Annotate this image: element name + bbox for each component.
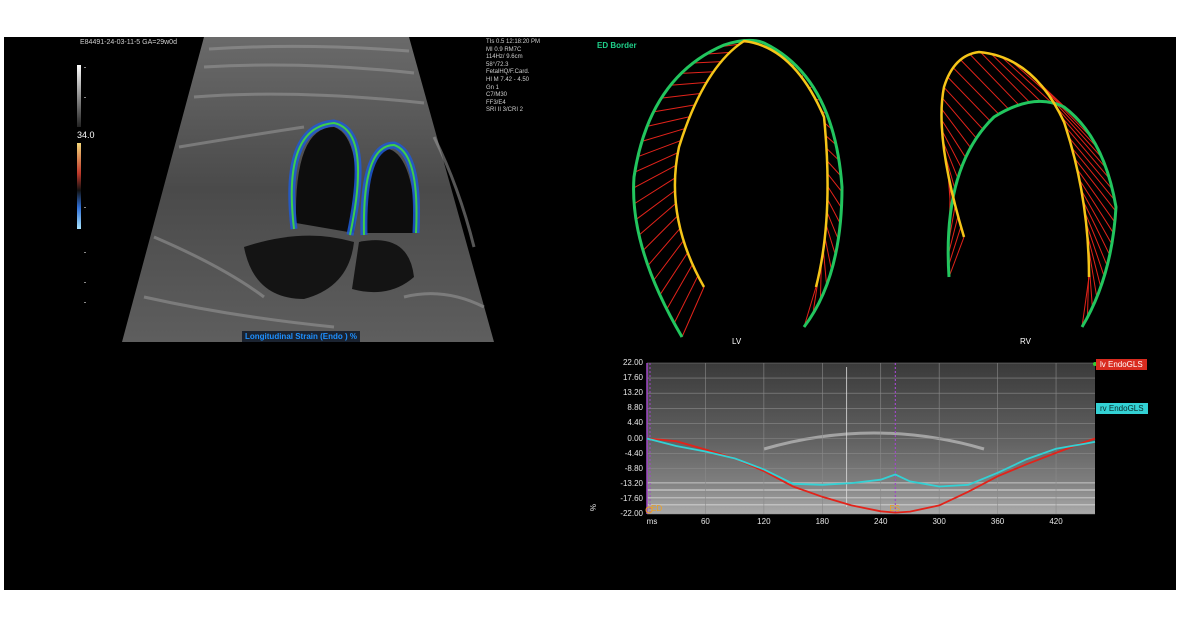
strain-mode-label: Longitudinal Strain (Endo ) % (242, 331, 360, 342)
param-line: Gn 1 (486, 84, 500, 91)
x-tick-label: 60 (700, 517, 710, 526)
param-line: FF3/E4 (486, 99, 506, 106)
param-line: 114Hz/ 9.6cm (486, 54, 523, 61)
displacement-line (661, 92, 701, 99)
displacement-line (827, 185, 842, 209)
x-tick-label: 180 (815, 517, 829, 526)
param-line: TIs 0.5 12:18:20 PM (486, 39, 541, 45)
y-tick-label: 22.00 (622, 358, 643, 367)
displacement-line (960, 59, 1009, 110)
scale-max-value: 34.0 (77, 130, 95, 140)
displacement-line (673, 275, 699, 324)
displacement-line (641, 127, 686, 142)
x-tick-label: 120 (757, 517, 771, 526)
param-line: SRI II 3/CRI 2 (486, 107, 524, 114)
y-axis-unit: % (589, 503, 599, 512)
lv-es-border (673, 39, 829, 288)
displacement-line (638, 202, 677, 236)
displacement-line (666, 264, 693, 310)
y-tick-label: 8.80 (627, 403, 643, 413)
lv-ed-border (632, 38, 844, 338)
displacement-line (1001, 56, 1052, 103)
rv-label: RV (1020, 337, 1031, 346)
displacement-line (822, 249, 828, 286)
param-line: 58°/72.3 (486, 61, 509, 68)
displacement-line (635, 190, 676, 220)
displacement-line (681, 71, 714, 74)
displacement-line (633, 164, 677, 189)
x-axis-unit: ms (646, 517, 658, 526)
y-tick-label: -8.80 (624, 463, 643, 473)
x-tick-label: 420 (1049, 517, 1063, 526)
displacement-line (642, 215, 678, 251)
displacement-line (693, 61, 722, 64)
displacement-line (681, 286, 705, 338)
legend-rv-endogls[interactable]: rv EndoGLS (1096, 403, 1148, 414)
strain-color-bar (77, 143, 81, 229)
gray-scale-bar (77, 65, 81, 127)
acquisition-params: TIs 0.5 12:18:20 PM MI 0.9 RM7C 114Hz/ 9… (486, 39, 540, 115)
displacement-line (659, 252, 689, 296)
y-tick-label: 13.20 (622, 388, 643, 398)
x-tick-label: 360 (990, 517, 1005, 526)
strain-chart (645, 362, 1097, 515)
y-tick-label: -13.20 (620, 478, 643, 488)
displacement-line (653, 240, 684, 281)
displacement-line (646, 116, 690, 127)
scale-ticks (84, 67, 86, 303)
displacement-line (952, 67, 1000, 115)
lv-label: LV (732, 337, 742, 346)
ed-border-title: ED Border (597, 41, 637, 50)
es-marker-label: ES (889, 504, 901, 513)
param-line: C7/M30 (486, 92, 508, 99)
param-line: HI M 7.42 - 4.50 (486, 76, 530, 83)
displacement-line (647, 228, 681, 266)
rv-border-diagram (940, 50, 1118, 328)
param-line: MI 0.9 RM7C (486, 46, 522, 53)
y-tick-label: 0.00 (627, 433, 643, 443)
displacement-line (824, 236, 833, 271)
x-tick-label: 300 (932, 517, 946, 526)
displacement-line (653, 104, 695, 113)
param-line: FetalHQ/F.Card. (486, 69, 530, 76)
displacement-line (670, 81, 707, 86)
y-tick-label: 17.60 (622, 373, 643, 383)
ed-marker-label: ED (651, 504, 663, 513)
lv-border-diagram (632, 38, 844, 338)
displacement-line (633, 177, 676, 205)
y-tick-label: 4.40 (627, 418, 643, 428)
rv-hatch-lines (941, 51, 1117, 328)
app-window: E84491-24-03-11-5 GA=29w0d TIs 0.5 12:18… (4, 37, 1176, 590)
legend-lv-endogls[interactable]: lv EndoGLS (1096, 359, 1147, 370)
y-tick-label: -4.40 (624, 448, 643, 458)
x-tick-label: 240 (874, 517, 888, 526)
y-tick-label: -17.60 (620, 493, 643, 503)
exam-info: E84491-24-03-11-5 GA=29w0d (80, 39, 177, 46)
